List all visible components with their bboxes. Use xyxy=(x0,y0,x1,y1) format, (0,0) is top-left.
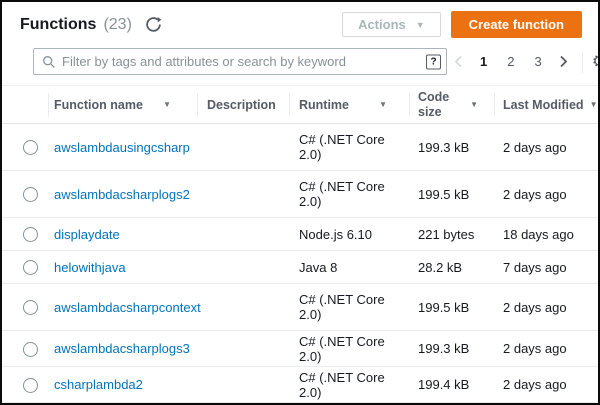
actions-button[interactable]: Actions ▼ xyxy=(342,12,441,37)
row-select-radio[interactable] xyxy=(23,140,38,155)
create-function-button[interactable]: Create function xyxy=(451,11,582,38)
column-label: Last Modified xyxy=(503,98,584,112)
last-modified-cell: 2 days ago xyxy=(494,331,598,367)
sort-icon: ▼ xyxy=(590,100,598,109)
code-size-cell: 199.3 kB xyxy=(409,124,494,171)
description-cell xyxy=(197,284,289,331)
toolbar-divider xyxy=(582,51,583,73)
runtime-cell: C# (.NET Core 2.0) xyxy=(289,331,409,367)
runtime-cell: C# (.NET Core 2.0) xyxy=(289,171,409,218)
row-select-radio[interactable] xyxy=(23,227,38,242)
code-size-cell: 199.4 kB xyxy=(409,367,494,403)
column-header-last-modified[interactable]: Last Modified ▼ xyxy=(494,86,598,124)
chevron-left-icon xyxy=(453,55,464,68)
page-header: Functions (23) Actions ▼ Create function xyxy=(2,2,598,45)
row-select-radio[interactable] xyxy=(23,378,38,393)
runtime-cell: C# (.NET Core 2.0) xyxy=(289,367,409,403)
function-name-link[interactable]: awslambdacsharplogs2 xyxy=(54,187,190,202)
filter-toolbar: ? 1 2 3 ⚙ xyxy=(2,45,598,83)
sort-icon: ▼ xyxy=(163,100,171,109)
page-3-button[interactable]: 3 xyxy=(524,54,551,69)
description-cell xyxy=(197,218,289,251)
code-size-cell: 199.5 kB xyxy=(409,284,494,331)
table-row[interactable]: awslambdausingcsharp C# (.NET Core 2.0) … xyxy=(2,124,598,171)
table-row[interactable]: awslambdacsharpcontext C# (.NET Core 2.0… xyxy=(2,284,598,331)
code-size-cell: 199.3 kB xyxy=(409,331,494,367)
functions-table: Function name ▼ Description Runtime ▼ Co… xyxy=(2,85,598,403)
function-name-link[interactable]: helowithjava xyxy=(54,260,126,275)
runtime-cell: C# (.NET Core 2.0) xyxy=(289,284,409,331)
refresh-icon xyxy=(145,16,162,33)
function-name-link[interactable]: csharplambda2 xyxy=(54,377,143,392)
row-select-radio[interactable] xyxy=(23,300,38,315)
pagination: 1 2 3 ⚙ xyxy=(447,51,600,73)
sort-icon: ▼ xyxy=(379,100,387,109)
column-header-code-size[interactable]: Code size ▼ xyxy=(409,86,494,124)
column-label: Description xyxy=(207,98,276,112)
runtime-cell: C# (.NET Core 2.0) xyxy=(289,124,409,171)
lambda-functions-page: Functions (23) Actions ▼ Create function xyxy=(0,0,600,405)
search-input[interactable] xyxy=(62,54,446,69)
last-modified-cell: 2 days ago xyxy=(494,284,598,331)
row-select-radio[interactable] xyxy=(23,260,38,275)
chevron-down-icon: ▼ xyxy=(416,20,425,30)
code-size-cell: 221 bytes xyxy=(409,218,494,251)
last-modified-cell: 18 days ago xyxy=(494,218,598,251)
table-row[interactable]: awslambdacsharplogs2 C# (.NET Core 2.0) … xyxy=(2,171,598,218)
column-label: Function name xyxy=(54,98,143,112)
function-name-link[interactable]: awslambdausingcsharp xyxy=(54,140,190,155)
column-header-runtime[interactable]: Runtime ▼ xyxy=(289,86,409,124)
description-cell xyxy=(197,331,289,367)
column-label: Runtime xyxy=(299,98,349,112)
chevron-right-icon xyxy=(558,55,569,68)
last-modified-cell: 2 days ago xyxy=(494,124,598,171)
function-name-link[interactable]: awslambdacsharpcontext xyxy=(54,300,201,315)
select-all-column-header xyxy=(2,86,48,124)
page-title: Functions xyxy=(20,16,96,34)
description-cell xyxy=(197,367,289,403)
column-header-description: Description xyxy=(197,86,289,124)
functions-count: (23) xyxy=(103,16,131,34)
settings-gear-icon[interactable]: ⚙ xyxy=(592,53,600,70)
function-name-link[interactable]: displaydate xyxy=(54,227,120,242)
code-size-cell: 28.2 kB xyxy=(409,251,494,284)
table-row[interactable]: awslambdacsharplogs3 C# (.NET Core 2.0) … xyxy=(2,331,598,367)
prev-page-button[interactable] xyxy=(447,55,470,68)
table-row[interactable]: helowithjava Java 8 28.2 kB 7 days ago xyxy=(2,251,598,284)
sort-icon: ▼ xyxy=(470,100,478,109)
column-label: Code size xyxy=(418,90,454,120)
code-size-cell: 199.5 kB xyxy=(409,171,494,218)
refresh-button[interactable] xyxy=(145,16,162,33)
next-page-button[interactable] xyxy=(552,55,575,68)
description-cell xyxy=(197,171,289,218)
runtime-cell: Node.js 6.10 xyxy=(289,218,409,251)
function-name-link[interactable]: awslambdacsharplogs3 xyxy=(54,341,190,356)
actions-button-label: Actions xyxy=(358,17,406,32)
page-1-button[interactable]: 1 xyxy=(470,54,497,69)
table-header-row: Function name ▼ Description Runtime ▼ Co… xyxy=(2,86,598,124)
description-cell xyxy=(197,124,289,171)
search-box[interactable]: ? xyxy=(33,48,447,75)
runtime-cell: Java 8 xyxy=(289,251,409,284)
table-row[interactable]: displaydate Node.js 6.10 221 bytes 18 da… xyxy=(2,218,598,251)
help-icon[interactable]: ? xyxy=(426,54,441,69)
last-modified-cell: 7 days ago xyxy=(494,251,598,284)
column-header-function-name[interactable]: Function name ▼ xyxy=(48,86,197,124)
page-2-button[interactable]: 2 xyxy=(497,54,524,69)
row-select-radio[interactable] xyxy=(23,187,38,202)
row-select-radio[interactable] xyxy=(23,342,38,357)
search-icon xyxy=(42,55,56,69)
last-modified-cell: 2 days ago xyxy=(494,171,598,218)
last-modified-cell: 2 days ago xyxy=(494,367,598,403)
description-cell xyxy=(197,251,289,284)
table-row[interactable]: csharplambda2 C# (.NET Core 2.0) 199.4 k… xyxy=(2,367,598,403)
